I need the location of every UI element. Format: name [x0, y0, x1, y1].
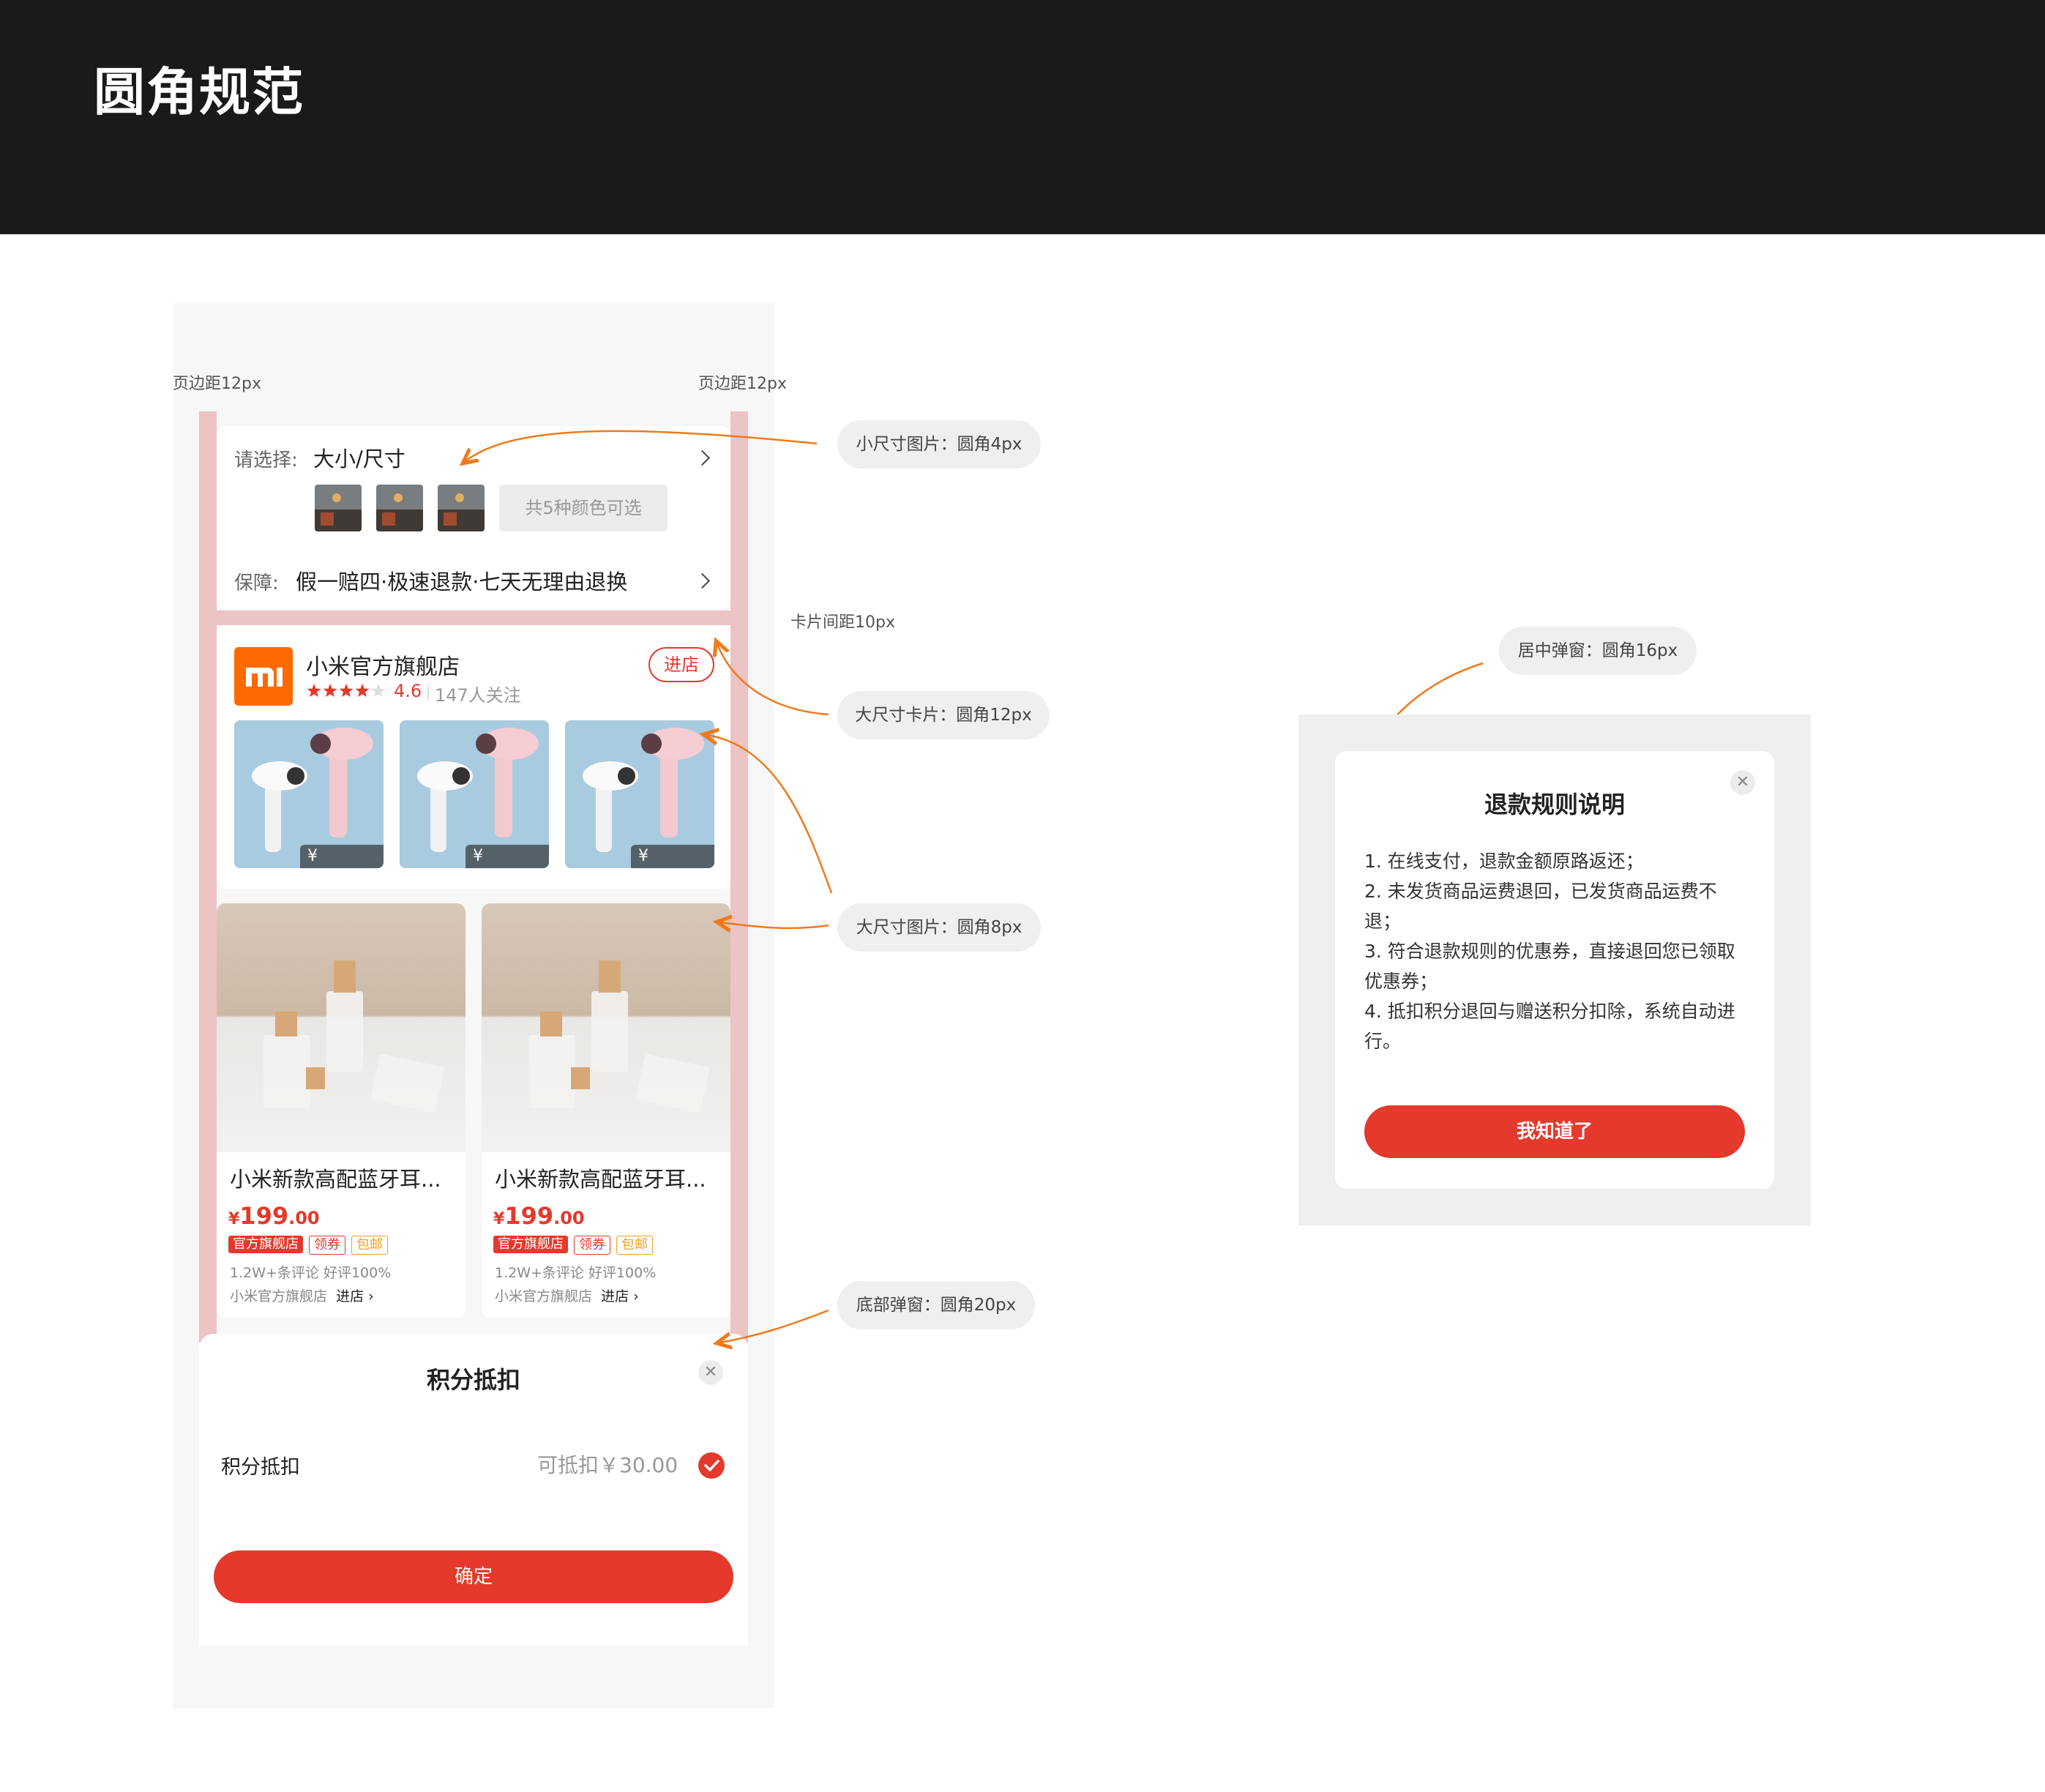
- center-modal: 退款规则说明 ✕ 1. 在线支付，退款金额原路返还； 2. 未发货商品运费退回，…: [1335, 751, 1774, 1189]
- close-icon[interactable]: ✕: [1730, 770, 1755, 795]
- acknowledge-button[interactable]: 我知道了: [1364, 1105, 1745, 1158]
- rules-list: 1. 在线支付，退款金额原路返还； 2. 未发货商品运费退回，已发货商品运费不退…: [1364, 846, 1752, 1056]
- rule-item: 1. 在线支付，退款金额原路返还；: [1364, 846, 1752, 876]
- rule-item: 2. 未发货商品运费退回，已发货商品运费不退；: [1364, 876, 1752, 936]
- rule-item: 4. 抵扣积分退回与赠送积分扣除，系统自动进行。: [1364, 996, 1752, 1056]
- modal-title: 退款规则说明: [1335, 786, 1774, 820]
- rule-item: 3. 符合退款规则的优惠券，直接退回您已领取优惠券；: [1364, 936, 1752, 996]
